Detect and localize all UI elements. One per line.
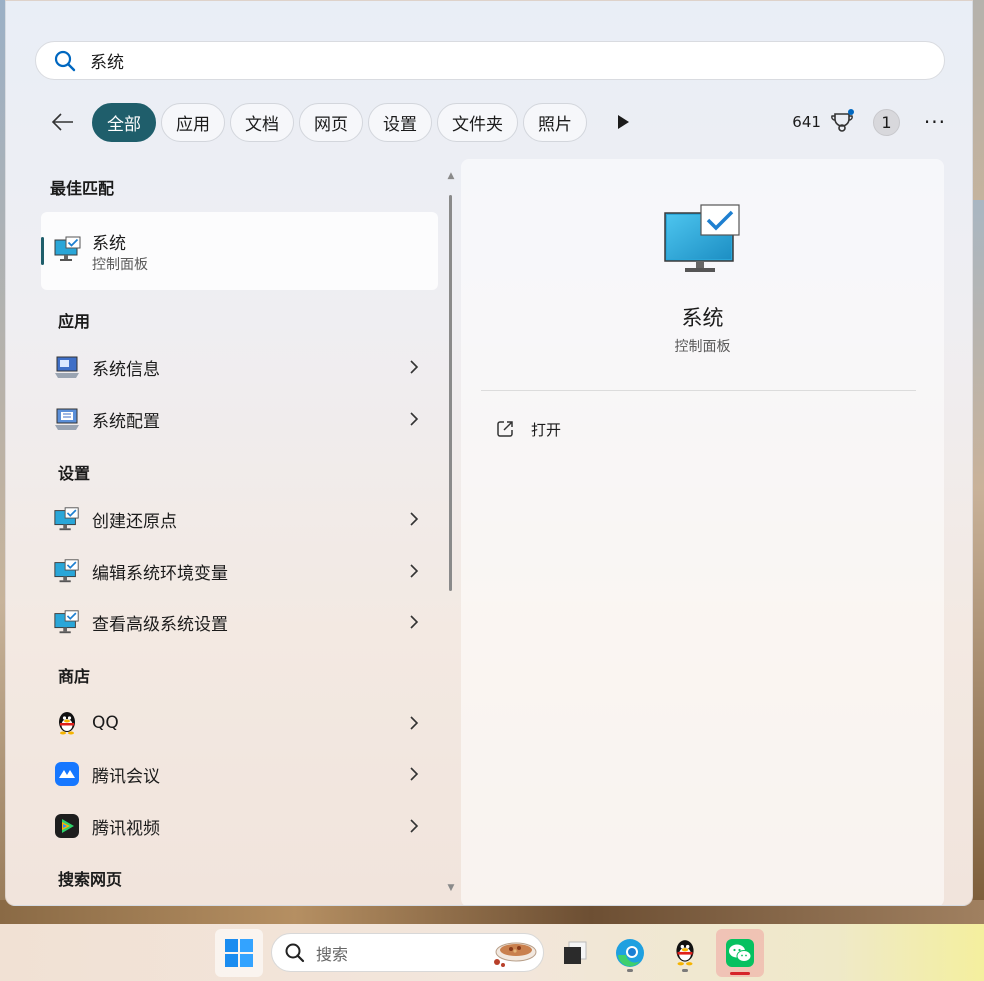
monitor-check-icon	[664, 204, 740, 272]
monitor-check-icon	[52, 556, 82, 586]
chevron-right-icon	[410, 716, 419, 730]
list-item-edit-env-vars[interactable]: 编辑系统环境变量	[40, 548, 432, 594]
wallpaper-edge	[972, 200, 984, 920]
qq-penguin-icon	[676, 940, 694, 966]
open-external-icon	[497, 421, 513, 437]
edge-taskbar-button[interactable]	[606, 929, 654, 977]
list-item-qq[interactable]: QQ	[40, 700, 432, 746]
tencent-video-icon	[52, 811, 82, 841]
list-item-label: 系统信息	[92, 359, 160, 380]
windows-logo-icon	[225, 939, 253, 967]
preview-subtitle: 控制面板	[674, 339, 731, 355]
task-view-button[interactable]	[551, 929, 599, 977]
qq-taskbar-button[interactable]	[661, 929, 709, 977]
running-indicator	[682, 969, 688, 972]
scroll-down-icon[interactable]: ▼	[446, 883, 456, 893]
list-item-system-config[interactable]: 系统配置	[40, 396, 432, 442]
list-item-label: 系统配置	[92, 411, 160, 432]
list-item-advanced-settings[interactable]: 查看高级系统设置	[40, 599, 432, 645]
taskbar: 搜索	[0, 924, 984, 981]
edge-browser-icon	[616, 939, 644, 967]
chevron-right-icon	[410, 767, 419, 781]
tab-folders[interactable]: 文件夹	[437, 102, 518, 142]
store-heading: 商店	[58, 667, 91, 686]
more-filters-button[interactable]	[608, 107, 638, 137]
best-match-item[interactable]: 系统 控制面板	[41, 212, 438, 290]
tab-settings[interactable]: 设置	[368, 102, 432, 142]
search-highlight-icon	[494, 942, 537, 967]
divider	[481, 390, 916, 391]
scroll-thumb[interactable]	[449, 195, 452, 591]
chevron-right-icon	[410, 412, 419, 426]
chevron-right-icon	[410, 819, 419, 833]
monitor-check-icon	[52, 504, 82, 534]
list-item-system-info[interactable]: 系统信息	[40, 344, 432, 390]
taskbar-search-label: 搜索	[316, 944, 349, 964]
list-item-label: 创建还原点	[92, 511, 177, 532]
settings-heading: 设置	[58, 464, 91, 483]
search-panel: 全部 应用 文档 网页 设置 文件夹 照片 641 1 ···	[5, 0, 973, 906]
wechat-icon	[726, 939, 754, 967]
search-icon	[54, 50, 76, 71]
system-info-icon	[52, 352, 82, 382]
notification-dot	[847, 109, 854, 115]
wechat-taskbar-button[interactable]	[716, 929, 764, 977]
search-icon	[285, 943, 305, 962]
chevron-right-icon	[410, 512, 419, 526]
right-tools: 641 1 ···	[792, 108, 946, 136]
task-view-icon	[564, 941, 587, 964]
more-options-button[interactable]: ···	[924, 112, 946, 132]
play-icon	[618, 115, 629, 129]
running-indicator	[627, 969, 633, 972]
preview-title: 系统	[681, 306, 724, 330]
preview-pane: 系统 控制面板 打开	[461, 159, 944, 905]
start-button[interactable]	[215, 929, 263, 977]
active-indicator	[730, 972, 750, 975]
system-config-icon	[52, 404, 82, 434]
chevron-right-icon	[410, 360, 419, 374]
results-list: 最佳匹配 系统 控制面板 应用 系统信息 系统配置 设置 创建还原点 编辑系统环…	[40, 161, 440, 901]
selection-accent	[41, 237, 44, 265]
scrollbar[interactable]: ▲ ▼	[446, 171, 456, 893]
chevron-right-icon	[410, 564, 419, 578]
apps-heading: 应用	[58, 312, 91, 331]
list-item-tencent-video[interactable]: 腾讯视频	[40, 803, 432, 849]
list-item-label: QQ	[92, 713, 119, 733]
tab-documents[interactable]: 文档	[230, 102, 294, 142]
tab-apps[interactable]: 应用	[161, 102, 225, 142]
open-action-label: 打开	[531, 420, 562, 439]
best-match-heading: 最佳匹配	[50, 179, 115, 198]
rewards-points: 641	[792, 113, 821, 131]
arrow-left-icon	[51, 113, 73, 131]
list-item-label: 编辑系统环境变量	[92, 563, 228, 584]
best-match-label: 系统	[92, 234, 126, 254]
search-input[interactable]	[90, 50, 910, 71]
list-item-create-restore-point[interactable]: 创建还原点	[40, 496, 432, 542]
chevron-right-icon	[410, 615, 419, 629]
list-item-label: 腾讯视频	[92, 818, 160, 839]
open-action[interactable]: 打开	[495, 414, 561, 444]
monitor-check-icon	[54, 236, 81, 261]
tab-web[interactable]: 网页	[299, 102, 363, 142]
list-item-label: 查看高级系统设置	[92, 614, 228, 635]
best-match-sub: 控制面板	[92, 257, 148, 273]
taskbar-search[interactable]: 搜索	[271, 933, 544, 972]
monitor-check-icon	[52, 607, 82, 637]
tab-photos[interactable]: 照片	[523, 102, 587, 142]
list-item-tencent-meeting[interactable]: 腾讯会议	[40, 751, 432, 797]
web-search-heading: 搜索网页	[58, 870, 123, 889]
account-badge[interactable]: 1	[872, 108, 900, 136]
qq-penguin-icon	[52, 708, 82, 738]
tab-all[interactable]: 全部	[92, 102, 156, 142]
list-item-label: 腾讯会议	[92, 766, 160, 787]
scroll-up-icon[interactable]: ▲	[446, 171, 456, 181]
search-box[interactable]	[35, 41, 945, 80]
tencent-meeting-icon	[52, 759, 82, 789]
filter-row: 全部 应用 文档 网页 设置 文件夹 照片 641 1 ···	[46, 101, 946, 143]
rewards-button[interactable]	[829, 109, 855, 135]
back-button[interactable]	[46, 105, 80, 139]
